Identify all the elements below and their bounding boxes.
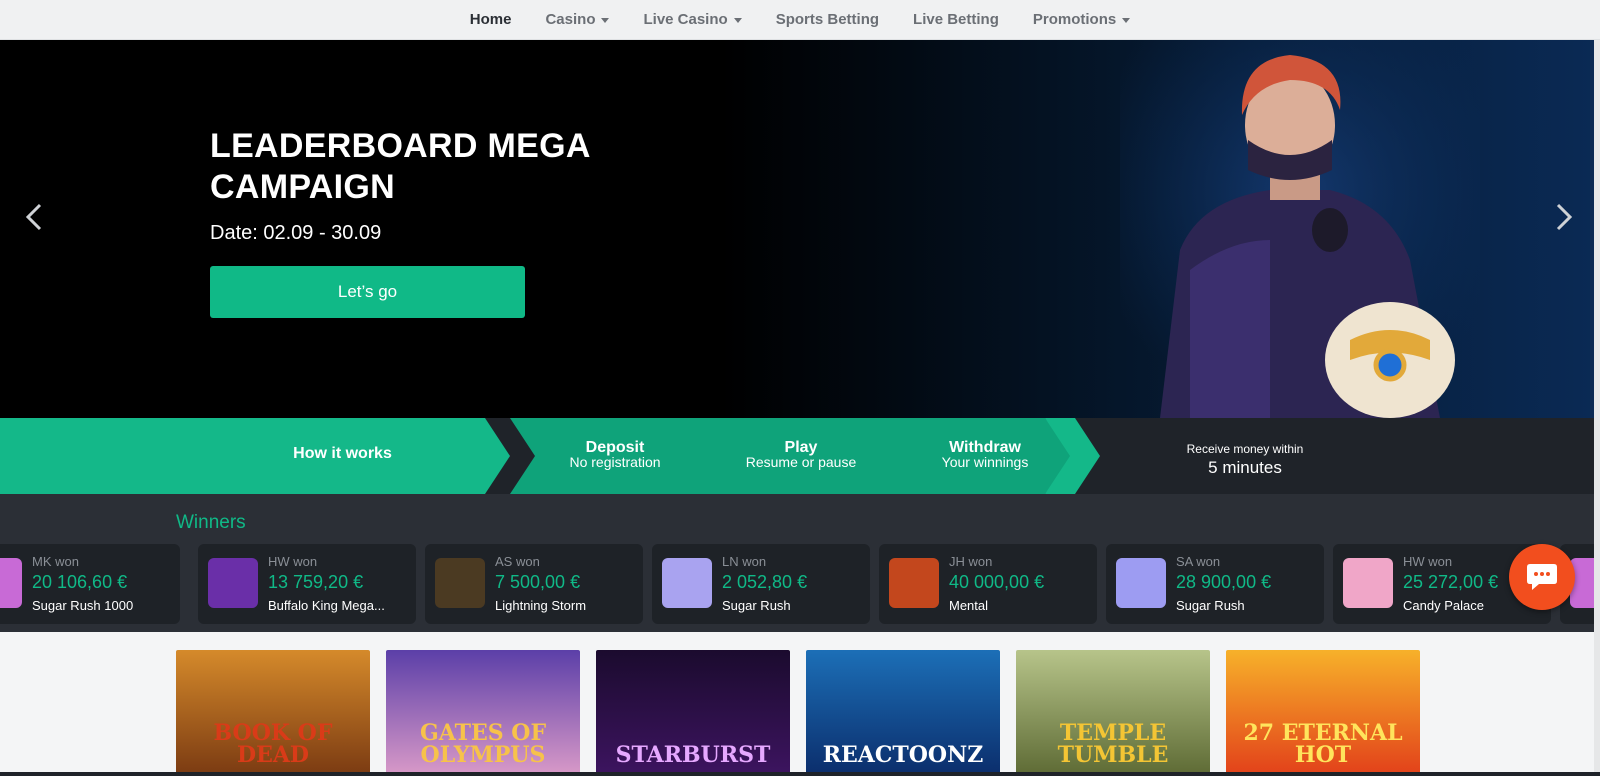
- how-it-works-bar: How it works Deposit No registration Pla…: [0, 418, 1600, 494]
- hero-banner: LEADERBOARD MEGA CAMPAIGN Date: 02.09 - …: [0, 40, 1600, 418]
- winner-game-thumbnail: [1116, 558, 1166, 608]
- step-deposit-title: Deposit: [585, 439, 645, 456]
- carousel-prev-icon[interactable]: [20, 202, 50, 232]
- game-title: BOOK OF DEAD: [213, 720, 333, 768]
- hero-character-illustration: [1120, 40, 1480, 418]
- winner-name: HW won: [268, 554, 318, 569]
- game-title: 27 ETERNAL HOT: [1243, 720, 1403, 768]
- nav-home[interactable]: Home: [470, 11, 512, 28]
- receive-value: 5 minutes: [1208, 458, 1282, 477]
- chat-bubble-icon: [1527, 564, 1557, 590]
- receive-money-info: Receive money within 5 minutes: [1140, 442, 1350, 478]
- nav-casino-label: Casino: [545, 11, 596, 28]
- winner-card-2[interactable]: HW won 13 759,20 € Buffalo King Mega...: [198, 544, 416, 624]
- winner-name: LN won: [722, 554, 767, 569]
- chevron-down-icon: [733, 18, 742, 23]
- nav-casino[interactable]: Casino: [545, 11, 610, 28]
- winner-game: Sugar Rush: [722, 598, 791, 613]
- winner-amount: 40 000,00 €: [949, 572, 1045, 592]
- winners-section: Winners MK won 20 106,60 € Sugar Rush 10…: [0, 494, 1600, 632]
- winner-game: Sugar Rush: [1176, 598, 1245, 613]
- carousel-next-icon[interactable]: [1548, 202, 1578, 232]
- winner-card-1[interactable]: MK won 20 106,60 € Sugar Rush 1000: [0, 544, 180, 624]
- winner-game: Buffalo King Mega...: [268, 598, 385, 613]
- winner-card-5[interactable]: JH won 40 000,00 € Mental: [879, 544, 1097, 624]
- step-deposit: Deposit No registration: [530, 439, 700, 470]
- step-play-subtitle: Resume or pause: [745, 454, 857, 470]
- hero-date: Date: 02.09 - 30.09: [210, 222, 382, 244]
- winners-title: Winners: [176, 512, 246, 533]
- how-it-works-label: How it works: [293, 445, 392, 462]
- winner-amount: 28 900,00 €: [1176, 572, 1272, 592]
- nav-live-betting[interactable]: Live Betting: [913, 11, 999, 28]
- winner-game: Lightning Storm: [495, 598, 587, 613]
- game-tile-27-eternal-hot[interactable]: 27 ETERNAL HOT: [1226, 650, 1420, 776]
- nav-home-label: Home: [469, 11, 512, 28]
- winner-name: JH won: [949, 554, 993, 569]
- winner-card-3[interactable]: AS won 7 500,00 € Lightning Storm: [425, 544, 643, 624]
- winner-name: AS won: [495, 554, 540, 569]
- bottom-bar: [0, 772, 1600, 776]
- lets-go-button[interactable]: Let’s go: [210, 266, 525, 318]
- nav-live-betting-label: Live Betting: [913, 11, 999, 28]
- game-title: REACTOONZ: [822, 742, 984, 768]
- step-play: Play Resume or pause: [716, 439, 886, 470]
- top-navigation: Home Casino Live Casino Sports Betting L…: [0, 0, 1600, 40]
- step-withdraw-title: Withdraw: [949, 439, 1021, 456]
- game-title: STARBURST: [615, 742, 771, 768]
- step-withdraw: Withdraw Your winnings: [900, 439, 1070, 470]
- chat-button[interactable]: [1509, 544, 1575, 610]
- winner-game: Mental: [949, 598, 989, 613]
- chevron-down-icon: [1122, 18, 1131, 23]
- winner-amount: 7 500,00 €: [495, 572, 581, 592]
- winner-game-thumbnail: [889, 558, 939, 608]
- hero-title: LEADERBOARD MEGA CAMPAIGN: [210, 127, 590, 206]
- step-withdraw-subtitle: Your winnings: [941, 454, 1029, 470]
- winner-name: SA won: [1176, 554, 1221, 569]
- game-title: TEMPLE TUMBLE: [1057, 720, 1169, 768]
- winner-amount: 2 052,80 €: [722, 572, 808, 592]
- winner-card-4[interactable]: LN won 2 052,80 € Sugar Rush: [652, 544, 870, 624]
- game-tile-gates-of-olympus[interactable]: GATES OF OLYMPUS: [386, 650, 580, 776]
- receive-label: Receive money within: [1186, 442, 1304, 456]
- nav-sports-betting-label: Sports Betting: [775, 11, 880, 28]
- winner-game-thumbnail: [208, 558, 258, 608]
- page-scrollbar[interactable]: [1594, 40, 1600, 772]
- nav-promotions-label: Promotions: [1032, 11, 1117, 28]
- winner-amount: 25 272,00 €: [1403, 572, 1499, 592]
- game-title: GATES OF OLYMPUS: [419, 720, 547, 768]
- winner-game-thumbnail: [0, 558, 22, 608]
- winner-game-thumbnail: [435, 558, 485, 608]
- nav-live-casino-label: Live Casino: [643, 11, 728, 28]
- nav-promotions[interactable]: Promotions: [1032, 11, 1131, 28]
- winner-game: Sugar Rush 1000: [32, 598, 134, 613]
- winner-name: MK won: [32, 554, 79, 569]
- step-play-title: Play: [784, 439, 818, 456]
- step-deposit-subtitle: No registration: [569, 454, 661, 470]
- nav-sports-betting[interactable]: Sports Betting: [776, 11, 879, 28]
- winner-card-6[interactable]: SA won 28 900,00 € Sugar Rush: [1106, 544, 1324, 624]
- winner-game-thumbnail: [1343, 558, 1393, 608]
- nav-live-casino[interactable]: Live Casino: [643, 11, 742, 28]
- winner-game-thumbnail: [662, 558, 712, 608]
- game-tile-starburst[interactable]: STARBURST: [596, 650, 790, 776]
- game-tile-temple-tumble[interactable]: TEMPLE TUMBLE: [1016, 650, 1210, 776]
- winner-amount: 20 106,60 €: [32, 572, 128, 592]
- game-tile-reactoonz[interactable]: REACTOONZ: [806, 650, 1000, 776]
- game-tile-book-of-dead[interactable]: BOOK OF DEAD: [176, 650, 370, 776]
- chevron-down-icon: [601, 18, 610, 23]
- games-grid: BOOK OF DEAD GATES OF OLYMPUS STARBURST …: [0, 632, 1600, 776]
- winner-name: HW won: [1403, 554, 1453, 569]
- winner-amount: 13 759,20 €: [268, 572, 364, 592]
